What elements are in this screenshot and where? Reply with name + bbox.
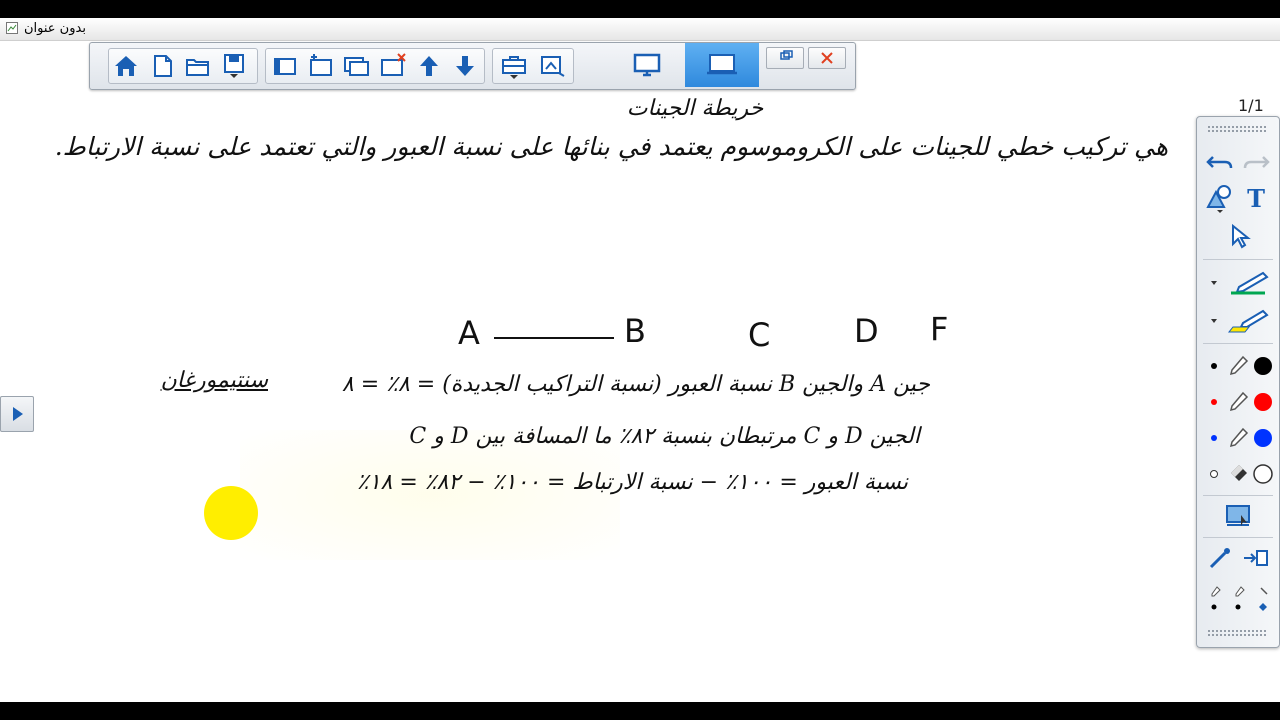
gene-b: B bbox=[624, 312, 646, 350]
page-counter: 1/1 bbox=[1238, 96, 1264, 115]
open-folder-icon bbox=[186, 59, 209, 76]
magic-wand-icon bbox=[1209, 548, 1230, 569]
move-up-button[interactable] bbox=[414, 53, 444, 79]
tools-side-panel: T bbox=[1196, 116, 1280, 648]
mini-pens-icon bbox=[1211, 586, 1268, 611]
black-pen-button[interactable] bbox=[1203, 351, 1273, 381]
expand-panel-button[interactable] bbox=[0, 396, 34, 432]
whiteboard-view-icon bbox=[707, 54, 737, 75]
highlighter-icon bbox=[1211, 309, 1269, 333]
yellow-pointer-spot bbox=[204, 486, 258, 540]
screen-capture-icon bbox=[1226, 505, 1250, 526]
definition-text: هي تركيب خطي للجينات على الكروموسوم يعتم… bbox=[54, 132, 1168, 161]
shapes-icon bbox=[1206, 185, 1231, 213]
blue-pen-button[interactable] bbox=[1203, 423, 1273, 453]
tools-group bbox=[492, 48, 574, 84]
new-page-icon bbox=[154, 55, 172, 77]
mini-pens-row[interactable] bbox=[1203, 583, 1273, 617]
gene-d: D bbox=[854, 312, 879, 350]
play-arrow-icon bbox=[13, 407, 23, 421]
redo-button[interactable] bbox=[1239, 147, 1273, 177]
svg-text:T: T bbox=[1247, 184, 1265, 213]
duplicate-page-icon bbox=[344, 57, 369, 76]
save-button[interactable] bbox=[219, 53, 249, 79]
delete-page-button[interactable] bbox=[378, 53, 408, 79]
desktop-view-button[interactable] bbox=[610, 43, 684, 87]
undo-button[interactable] bbox=[1203, 147, 1237, 177]
toolbox-icon bbox=[502, 56, 526, 79]
bottom-black-bar bbox=[0, 702, 1280, 720]
move-down-button[interactable] bbox=[450, 53, 480, 79]
save-icon bbox=[224, 54, 244, 78]
gene-f: F bbox=[930, 310, 949, 348]
text-icon: T bbox=[1247, 184, 1265, 213]
new-page-button[interactable] bbox=[147, 53, 177, 79]
line-two-text: الجين D و C مرتبطان بنسبة ٨٢٪ ما المسافة… bbox=[409, 424, 920, 449]
file-group bbox=[108, 48, 258, 84]
separator bbox=[1203, 259, 1273, 260]
unit-note-text: سنتيمورغان bbox=[160, 368, 268, 393]
close-button[interactable] bbox=[808, 47, 846, 69]
red-pen-button[interactable] bbox=[1203, 387, 1273, 417]
dock-icon bbox=[1244, 550, 1268, 566]
undo-icon bbox=[1206, 156, 1233, 169]
whiteboard-view-button[interactable] bbox=[685, 43, 759, 87]
close-icon bbox=[821, 52, 833, 64]
page-group bbox=[265, 48, 485, 84]
panel-grip-bottom[interactable] bbox=[1207, 629, 1267, 637]
home-icon bbox=[115, 56, 137, 76]
move-up-icon bbox=[420, 56, 438, 76]
select-tool-button[interactable] bbox=[1203, 221, 1273, 251]
toolbox-button[interactable] bbox=[499, 53, 529, 79]
open-button[interactable] bbox=[183, 53, 213, 79]
gene-c: C bbox=[748, 316, 771, 354]
separator bbox=[1203, 495, 1273, 496]
gene-distance-line bbox=[494, 337, 614, 339]
line-three-text: نسبة العبور = ١٠٠٪ − نسبة الارتباط = ١٠٠… bbox=[356, 470, 908, 495]
add-page-button[interactable] bbox=[306, 53, 336, 79]
text-tool-button[interactable]: T bbox=[1239, 183, 1273, 213]
eraser-button[interactable] bbox=[1203, 459, 1273, 489]
pointer-glow bbox=[240, 430, 620, 560]
blank-page-button[interactable] bbox=[270, 53, 300, 79]
document-title: بدون عنوان bbox=[24, 21, 86, 36]
move-down-icon bbox=[456, 56, 474, 76]
separator bbox=[1203, 537, 1273, 538]
duplicate-page-button[interactable] bbox=[342, 53, 372, 79]
pen-tool-button[interactable] bbox=[1203, 267, 1273, 297]
restore-icon bbox=[780, 50, 793, 60]
line-one-text: جين A والجين B نسبة العبور (نسبة التراكي… bbox=[341, 372, 930, 397]
add-page-icon bbox=[310, 54, 332, 76]
title-bar: بدون عنوان bbox=[0, 18, 1280, 41]
black-pen-dot-icon bbox=[1211, 355, 1272, 376]
blue-pen-dot-icon bbox=[1211, 427, 1272, 448]
cursor-arrow-icon bbox=[1232, 223, 1251, 249]
capture-button[interactable] bbox=[537, 53, 567, 79]
panel-grip-top[interactable] bbox=[1207, 125, 1267, 133]
eraser-icon bbox=[1210, 464, 1273, 484]
canvas-title: خريطة الجينات bbox=[626, 96, 764, 121]
main-toolbar bbox=[89, 42, 856, 90]
dock-button[interactable] bbox=[1239, 543, 1273, 573]
delete-page-icon bbox=[381, 53, 406, 76]
redo-icon bbox=[1243, 156, 1270, 169]
broken-image-icon bbox=[6, 22, 18, 34]
desktop-view-icon bbox=[633, 53, 661, 77]
gene-a: A bbox=[458, 314, 480, 352]
highlighter-tool-button[interactable] bbox=[1203, 305, 1273, 335]
shapes-button[interactable] bbox=[1203, 183, 1237, 213]
capture-icon bbox=[541, 56, 565, 77]
pen-icon bbox=[1211, 271, 1269, 295]
blank-page-icon bbox=[274, 58, 296, 75]
red-pen-dot-icon bbox=[1211, 391, 1272, 412]
pin-button[interactable] bbox=[1203, 543, 1237, 573]
restore-button[interactable] bbox=[766, 47, 804, 69]
screen-capture-button[interactable] bbox=[1203, 501, 1273, 531]
separator bbox=[1203, 343, 1273, 344]
home-button[interactable] bbox=[111, 53, 141, 79]
top-black-bar bbox=[0, 0, 1280, 18]
